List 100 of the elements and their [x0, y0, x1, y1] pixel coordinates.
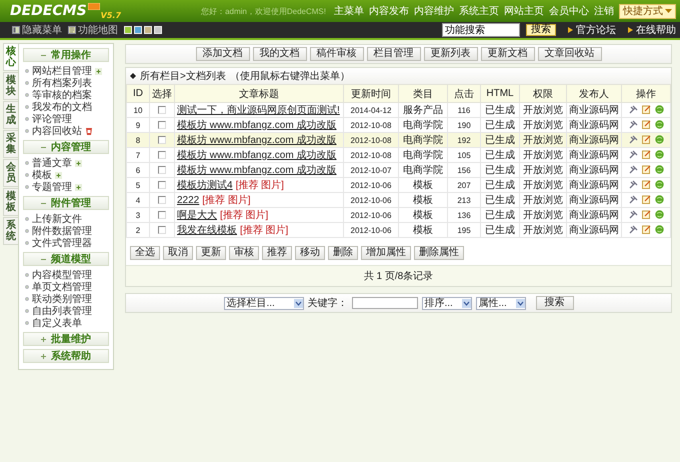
menu-group-header[interactable]: 内容管理 [23, 140, 109, 154]
help-link[interactable]: 官方论坛 [568, 23, 616, 37]
column-header: 权限 [520, 84, 566, 102]
side-tab[interactable]: 模块 [3, 72, 19, 100]
checkbox[interactable] [158, 106, 166, 114]
menu-item[interactable]: 模板 [32, 168, 52, 182]
checkbox[interactable] [158, 226, 166, 234]
menu-item[interactable]: 内容回收站 [32, 124, 82, 138]
menu-item[interactable]: 专题管理 [32, 180, 72, 194]
toolbar-link[interactable]: 功能地图 [68, 23, 118, 37]
menu-group-header[interactable]: 系统帮助 [23, 349, 109, 363]
nav-link[interactable]: 注销 [594, 4, 614, 18]
menu-item[interactable]: 附件数据管理 [32, 224, 92, 238]
menu-group-header[interactable]: 批量维护 [23, 332, 109, 346]
expand-icon [41, 336, 46, 342]
dropdown-icon [462, 298, 470, 308]
edit-icon [642, 120, 650, 130]
menu-item[interactable]: 文件式管理器 [32, 236, 92, 250]
toolbar-button[interactable]: 更新文档 [480, 47, 534, 61]
checkbox[interactable] [158, 210, 166, 219]
bullet-icon [25, 173, 29, 177]
toolbar-button[interactable]: 稿件审核 [310, 47, 364, 61]
side-tab[interactable]: 核心 [3, 43, 19, 71]
menu-item[interactable]: 联动类别管理 [32, 292, 92, 306]
panel-icon [12, 26, 20, 34]
checkbox[interactable] [158, 120, 166, 129]
action-button[interactable]: 移动 [295, 246, 325, 260]
side-tab[interactable]: 生成 [3, 101, 19, 129]
theme-swatch[interactable] [154, 26, 162, 34]
menu-item[interactable]: 内容模型管理 [32, 268, 92, 282]
bullet-icon [25, 321, 29, 325]
toolbar-button[interactable]: 添加文档 [196, 47, 250, 61]
title-link[interactable]: 啊是大大 [177, 210, 217, 221]
checkbox[interactable] [158, 166, 166, 174]
action-button[interactable]: 删除属性 [414, 246, 464, 260]
menu-item[interactable]: 所有档案列表 [32, 76, 92, 90]
action-button[interactable]: 增加属性 [361, 246, 411, 260]
search-field[interactable]: 功能搜索 [442, 23, 520, 37]
keyword-field[interactable] [352, 297, 418, 309]
menu-group-header[interactable]: 常用操作 [23, 48, 109, 62]
tools-icon [628, 165, 638, 174]
side-tab[interactable]: 采集 [3, 130, 19, 158]
search-button[interactable]: 搜索 [526, 24, 556, 36]
title-link[interactable]: 我发在线模板 [177, 225, 237, 236]
action-button[interactable]: 审核 [229, 246, 259, 260]
menu-item[interactable]: 单页文档管理 [32, 280, 92, 294]
toolbar-button[interactable]: 我的文档 [252, 47, 306, 61]
side-tab[interactable]: 模板 [3, 188, 19, 216]
nav-link[interactable]: 内容维护 [414, 4, 454, 18]
help-link[interactable]: 在线帮助 [628, 23, 676, 37]
nav-link[interactable]: 系统主页 [459, 4, 499, 18]
shortcut-dropdown[interactable]: 快捷方式 [619, 4, 676, 18]
nav-link[interactable]: 网站主页 [504, 4, 544, 18]
menu-item[interactable]: 上传新文件 [32, 212, 82, 226]
action-button[interactable]: 删除 [328, 246, 358, 260]
toolbar-button[interactable]: 栏目管理 [366, 47, 420, 61]
menu-item[interactable]: 自定义表单 [32, 316, 82, 330]
toolbar-button[interactable]: 更新列表 [424, 47, 478, 61]
title-link[interactable]: 2222 [177, 195, 200, 206]
checkbox[interactable] [158, 196, 166, 204]
flag-text: [推荐 图片] [236, 180, 284, 191]
title-link[interactable]: 模板坊测试4 [177, 180, 233, 191]
select-field[interactable]: 属性... [476, 296, 526, 310]
nav-link[interactable]: 会员中心 [549, 4, 589, 18]
side-tab[interactable]: 会员 [3, 159, 19, 187]
nav-link[interactable]: 主菜单 [334, 4, 364, 18]
globe-icon [654, 165, 664, 174]
checkbox[interactable] [158, 136, 166, 144]
action-button[interactable]: 全选 [130, 246, 160, 260]
menu-item[interactable]: 自由列表管理 [32, 304, 92, 318]
search-button[interactable]: 搜索 [536, 296, 574, 310]
action-button[interactable]: 更新 [196, 246, 226, 260]
menu-item[interactable]: 我发布的文档 [32, 100, 92, 114]
menu-item[interactable]: 等审核的档案 [32, 88, 92, 102]
nav-link[interactable]: 内容发布 [369, 4, 409, 18]
tools-icon [628, 120, 638, 130]
menu-item[interactable]: 评论管理 [32, 112, 72, 126]
checkbox[interactable] [158, 150, 166, 159]
select-field[interactable]: 排序... [422, 296, 472, 310]
theme-swatch[interactable] [124, 26, 132, 34]
side-tab[interactable]: 系统 [3, 217, 19, 245]
action-button[interactable]: 推荐 [262, 246, 292, 260]
toolbar-link[interactable]: 隐藏菜单 [12, 23, 62, 37]
table-cell: 模板 [398, 222, 448, 238]
map-icon [68, 26, 76, 34]
select-field[interactable]: 选择栏目... [224, 296, 304, 310]
menu-item[interactable]: 网站栏目管理 [32, 64, 92, 78]
checkbox[interactable] [158, 180, 166, 189]
toolbar-button[interactable]: 文章回收站 [538, 47, 602, 61]
badge-icon [88, 2, 100, 10]
menu-item[interactable]: 普通文章 [32, 156, 72, 170]
menu-group-header[interactable]: 附件管理 [23, 196, 109, 210]
menu-group-header[interactable]: 频道模型 [23, 252, 109, 266]
action-button[interactable]: 取消 [163, 246, 193, 260]
column-header: 发布人 [566, 84, 622, 102]
column-header: ID [126, 84, 150, 102]
greeting-text: 您好：admin，欢迎使用DedeCMS! [201, 6, 326, 16]
theme-swatch[interactable] [144, 26, 152, 34]
theme-swatch[interactable] [134, 26, 142, 34]
collapse-icon [41, 52, 46, 58]
